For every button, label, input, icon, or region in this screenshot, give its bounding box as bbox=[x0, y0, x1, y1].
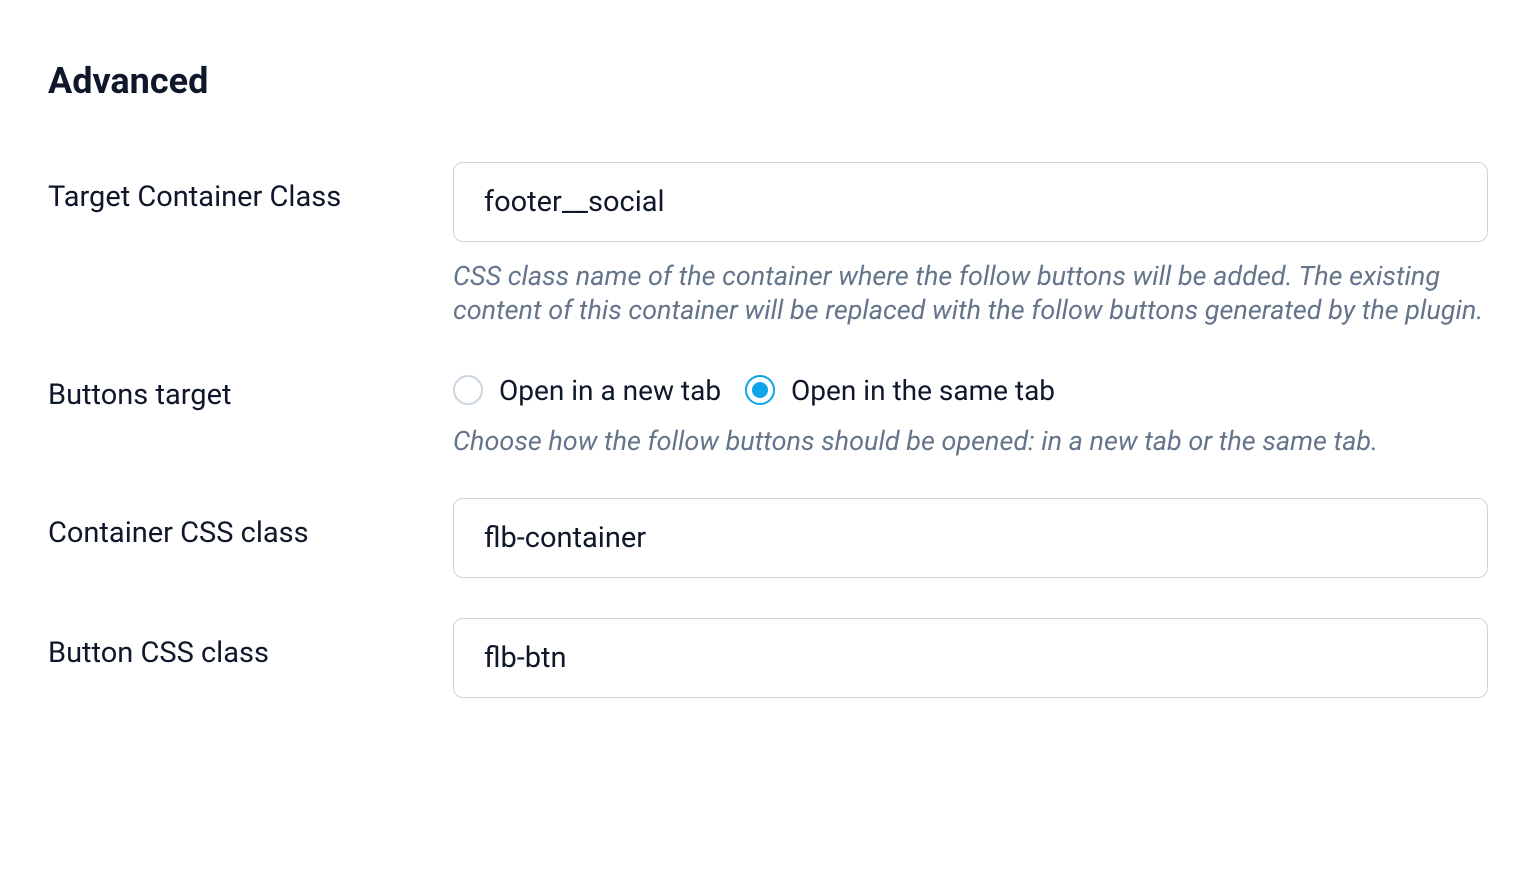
container-css-class-input[interactable] bbox=[453, 498, 1488, 578]
label-col: Button CSS class bbox=[48, 618, 453, 670]
control-col bbox=[453, 498, 1488, 578]
radio-dot-icon bbox=[752, 382, 768, 398]
control-col: Open in a new tab Open in the same tab C… bbox=[453, 368, 1488, 459]
label-col: Buttons target bbox=[48, 368, 453, 412]
target-container-class-help: CSS class name of the container where th… bbox=[453, 260, 1488, 328]
label-col: Target Container Class bbox=[48, 162, 453, 214]
section-title: Advanced bbox=[48, 60, 1488, 102]
buttons-target-label: Buttons target bbox=[48, 378, 231, 412]
buttons-target-help: Choose how the follow buttons should be … bbox=[453, 425, 1488, 459]
label-col: Container CSS class bbox=[48, 498, 453, 550]
button-css-class-label: Button CSS class bbox=[48, 636, 269, 670]
radio-label-same-tab: Open in the same tab bbox=[791, 374, 1055, 407]
form-row-container-css-class: Container CSS class bbox=[48, 498, 1488, 578]
form-row-buttons-target: Buttons target Open in a new tab Open in… bbox=[48, 368, 1488, 459]
radio-option-new-tab[interactable]: Open in a new tab bbox=[453, 374, 721, 407]
button-css-class-input[interactable] bbox=[453, 618, 1488, 698]
radio-option-same-tab[interactable]: Open in the same tab bbox=[745, 374, 1055, 407]
radio-icon bbox=[745, 375, 775, 405]
control-col: CSS class name of the container where th… bbox=[453, 162, 1488, 328]
control-col bbox=[453, 618, 1488, 698]
radio-label-new-tab: Open in a new tab bbox=[499, 374, 721, 407]
target-container-class-label: Target Container Class bbox=[48, 180, 341, 214]
form-row-button-css-class: Button CSS class bbox=[48, 618, 1488, 698]
form-row-target-container: Target Container Class CSS class name of… bbox=[48, 162, 1488, 328]
target-container-class-input[interactable] bbox=[453, 162, 1488, 242]
radio-icon bbox=[453, 375, 483, 405]
container-css-class-label: Container CSS class bbox=[48, 516, 309, 550]
buttons-target-radio-group: Open in a new tab Open in the same tab bbox=[453, 374, 1488, 407]
